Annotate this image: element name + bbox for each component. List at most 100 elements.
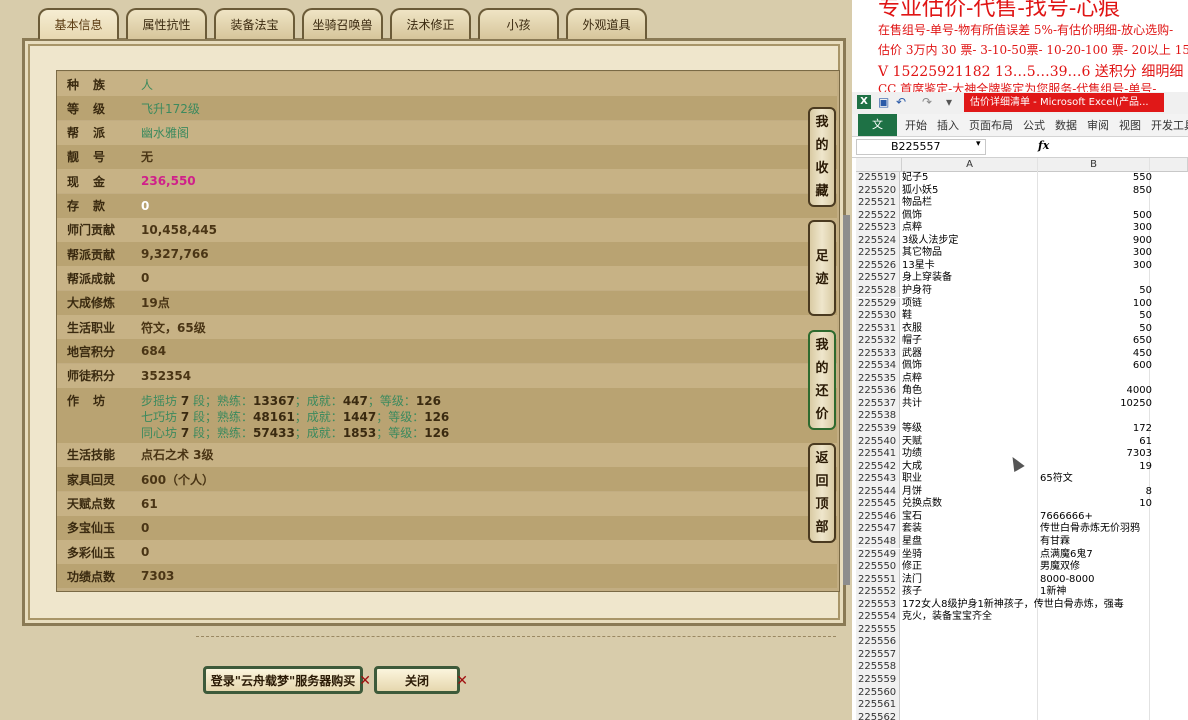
cell-b[interactable]: 300 (1038, 222, 1158, 235)
cell-a[interactable]: 妃子5 (902, 172, 1038, 185)
sheet-row[interactable]: 225536 角色 4000 (856, 385, 1188, 398)
row-number[interactable]: 225524 (856, 234, 900, 248)
sheet-row[interactable]: 225539 等级 172 (856, 423, 1188, 436)
row-number[interactable]: 225542 (856, 460, 900, 474)
sheet-row[interactable]: 225538 (856, 410, 1188, 423)
cell-b[interactable]: 900 (1038, 235, 1158, 248)
sheet-row[interactable]: 225534 佩饰 600 (856, 360, 1188, 373)
row-number[interactable]: 225559 (856, 674, 900, 687)
cell-b[interactable]: 1新神 (1038, 586, 1158, 599)
row-number[interactable]: 225531 (856, 322, 900, 336)
cell-b[interactable]: 450 (1038, 348, 1158, 361)
cell-b[interactable]: 50 (1038, 310, 1158, 323)
row-number[interactable]: 225530 (856, 310, 900, 323)
sheet-row[interactable]: 225554 克火，装备宝宝齐全 (856, 611, 1188, 624)
ribbon-tab-2[interactable]: 页面布局 (969, 117, 1013, 133)
sheet-row[interactable]: 225529 项链 100 (856, 297, 1188, 311)
row-number[interactable]: 225519 (856, 172, 900, 185)
row-number[interactable]: 225532 (856, 335, 900, 348)
cell-a[interactable]: 天赋 (902, 436, 1038, 449)
cell-a[interactable]: 3级人法步定 (902, 235, 1038, 248)
row-number[interactable]: 225547 (856, 523, 900, 536)
row-number[interactable]: 225561 (856, 699, 900, 712)
sheet-row[interactable]: 225556 (856, 636, 1188, 649)
sheet-row[interactable]: 225526 13星卡 300 (856, 259, 1188, 273)
sheet-row[interactable]: 225546 宝石 7666666+ (856, 510, 1188, 524)
row-number[interactable]: 225538 (856, 410, 900, 423)
row-number[interactable]: 225527 (856, 272, 900, 285)
ribbon-tab-6[interactable]: 视图 (1119, 117, 1141, 133)
row-number[interactable]: 225541 (856, 448, 900, 461)
sheet-row[interactable]: 225552 孩子 1新神 (856, 586, 1188, 599)
row-number[interactable]: 225522 (856, 209, 900, 223)
row-number[interactable]: 225557 (856, 648, 900, 662)
row-number[interactable]: 225553 (856, 598, 900, 612)
cell-b[interactable]: 300 (1038, 247, 1158, 260)
cell-b[interactable]: 点满魔6鬼7 (1038, 549, 1158, 562)
cell-a[interactable]: 帽子 (902, 335, 1038, 348)
sheet-row[interactable]: 225544 月饼 8 (856, 485, 1188, 499)
ribbon-tab-1[interactable]: 插入 (937, 117, 959, 133)
sheet-row[interactable]: 225522 佩饰 500 (856, 209, 1188, 223)
cell-b[interactable]: 550 (1038, 172, 1158, 185)
tab-4[interactable]: 法术修正 (390, 8, 471, 39)
sheet-row[interactable]: 225553 172女人8级护身1新神孩子，传世白骨赤炼，强毒 (856, 598, 1188, 612)
row-number[interactable]: 225546 (856, 510, 900, 524)
row-number[interactable]: 225537 (856, 397, 900, 411)
cell-a[interactable]: 点粹 (902, 373, 1038, 386)
sheet-row[interactable]: 225533 武器 450 (856, 347, 1188, 361)
sheet-row[interactable]: 225519 妃子5 550 (856, 172, 1188, 185)
sheet-row[interactable]: 225557 (856, 648, 1188, 662)
cell-a[interactable]: 武器 (902, 348, 1038, 361)
cell-b[interactable]: 172 (1038, 423, 1158, 436)
cell-a[interactable]: 护身符 (902, 285, 1038, 298)
row-number[interactable]: 225523 (856, 222, 900, 235)
cell-a[interactable]: 角色 (902, 385, 1038, 398)
cell-a[interactable]: 物品栏 (902, 197, 1038, 210)
sheet-row[interactable]: 225537 共计 10250 (856, 397, 1188, 411)
cell-b[interactable]: 50 (1038, 323, 1158, 336)
sheet-row[interactable]: 225528 护身符 50 (856, 284, 1188, 298)
cell-a[interactable]: 鞋 (902, 310, 1038, 323)
my-favorites-button[interactable]: 我的收藏 (808, 107, 836, 207)
sheet-row[interactable]: 225561 (856, 699, 1188, 712)
cell-b[interactable]: 有甘霖 (1038, 536, 1158, 549)
spreadsheet-grid[interactable]: A B 225519 妃子5 550 225520 狐小妖5 850 225521 物品栏 22… (856, 158, 1188, 720)
row-number[interactable]: 225543 (856, 473, 900, 486)
tab-5[interactable]: 小孩 (478, 8, 559, 39)
cell-a[interactable]: 其它物品 (902, 247, 1038, 260)
name-box[interactable]: B225557 (856, 139, 986, 155)
cell-a[interactable]: 孩子 (902, 586, 1038, 599)
sheet-row[interactable]: 225531 衣服 50 (856, 322, 1188, 336)
sheet-row[interactable]: 225555 (856, 623, 1188, 637)
footprint-button[interactable]: 足迹 (808, 220, 836, 316)
sheet-row[interactable]: 225548 星盘 有甘霖 (856, 535, 1188, 549)
row-number[interactable]: 225528 (856, 284, 900, 298)
sheet-row[interactable]: 225532 帽子 650 (856, 335, 1188, 348)
ribbon-tab-7[interactable]: 开发工具 (1151, 117, 1188, 133)
cell-a[interactable]: 身上穿装备 (902, 272, 1038, 285)
sheet-row[interactable]: 225549 坐骑 点满魔6鬼7 (856, 548, 1188, 562)
close-button[interactable]: 关闭 ✕ (374, 666, 468, 694)
cell-a[interactable]: 法门 (902, 574, 1038, 587)
cell-b[interactable]: 7303 (1038, 448, 1158, 461)
sheet-row[interactable]: 225541 功绩 7303 (856, 448, 1188, 461)
ribbon-tab-5[interactable]: 审阅 (1087, 117, 1109, 133)
cell-a[interactable]: 共计 (902, 398, 1038, 411)
cell-a[interactable]: 套装 (902, 523, 1038, 536)
select-all-corner[interactable] (856, 158, 902, 172)
cell-b[interactable]: 650 (1038, 335, 1158, 348)
cell-b[interactable]: 10250 (1038, 398, 1158, 411)
row-number[interactable]: 225520 (856, 184, 900, 198)
cell-b[interactable]: 600 (1038, 360, 1158, 373)
sheet-row[interactable]: 225559 (856, 674, 1188, 687)
my-counteroffer-button[interactable]: 我的还价 (808, 330, 836, 430)
undo-icon[interactable]: ↶ (896, 95, 906, 109)
row-number[interactable]: 225552 (856, 586, 900, 599)
row-number[interactable]: 225548 (856, 535, 900, 549)
sheet-row[interactable]: 225524 3级人法步定 900 (856, 234, 1188, 248)
row-number[interactable]: 225539 (856, 423, 900, 436)
cell-a[interactable]: 衣服 (902, 323, 1038, 336)
buy-on-server-button[interactable]: 登录"云舟载梦"服务器购买 ✕ (203, 666, 371, 694)
row-number[interactable]: 225555 (856, 623, 900, 637)
